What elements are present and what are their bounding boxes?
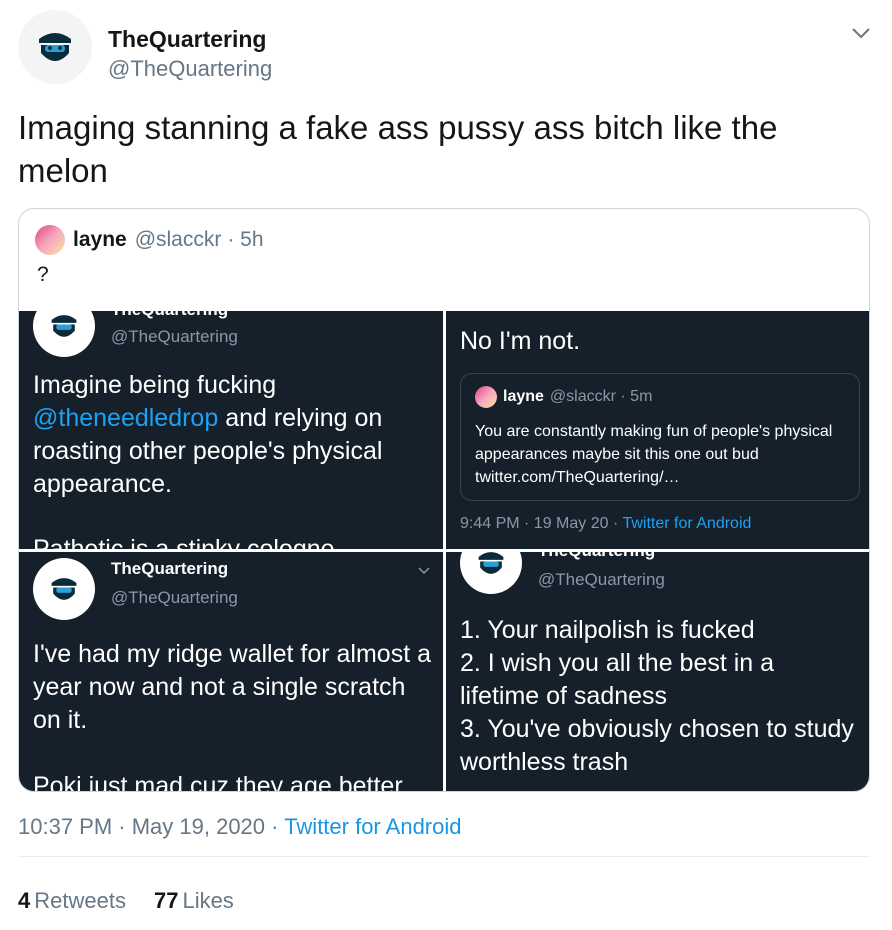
bearded-man-icon — [39, 33, 71, 61]
bearded-man-icon — [478, 552, 504, 574]
cut-name: TheQuartering — [538, 552, 655, 561]
avatar — [460, 552, 522, 594]
tweet-timestamp[interactable]: 10:37 PM · May 19, 2020 · — [18, 814, 278, 839]
nested-name: layne — [503, 388, 544, 405]
tweet-header: TheQuartering @TheQuartering — [18, 10, 872, 90]
avatar — [33, 311, 95, 357]
quoted-text: ? — [37, 263, 49, 286]
nested-text: You are constantly making fun of people'… — [475, 423, 833, 486]
chevron-down-icon[interactable] — [850, 22, 872, 44]
bearded-man-icon — [51, 578, 77, 600]
likes-stat[interactable]: 77 Likes — [154, 888, 234, 914]
tweet-source[interactable]: Twitter for Android — [284, 814, 461, 839]
inner-text-cut: Pathetic is a stinky cologne — [33, 535, 335, 549]
inner-handle: @TheQuartering — [538, 570, 665, 589]
nested-handle: @slacckr · 5m — [549, 388, 653, 405]
avatar — [33, 558, 95, 620]
inner-name: TheQuartering — [111, 559, 229, 578]
inner-list-text: 1. Your nailpolish is fucked 2. I wish y… — [460, 616, 854, 776]
inner-handle: @TheQuartering — [111, 327, 238, 346]
quoted-name: layne — [73, 228, 127, 251]
reply-text: No I'm not. — [460, 327, 581, 355]
tweet-text: Imaging stanning a fake ass pussy ass bi… — [18, 109, 778, 189]
mention-link[interactable]: @theneedledrop — [33, 404, 218, 432]
screenshot-top-left[interactable]: TheQuartering @TheQuartering Imagine bei… — [19, 311, 443, 549]
screenshot-top-right[interactable]: No I'm not. layne @slacckr · 5m You are … — [446, 311, 869, 549]
nested-avatar — [475, 386, 497, 408]
inner-meta: 9:44 PM · 19 May 20 · Twitter for Androi… — [460, 515, 752, 532]
divider — [18, 856, 870, 857]
media-grid: TheQuartering @TheQuartering Imagine bei… — [19, 311, 869, 792]
tweet-stats: 4 Retweets 77 Likes — [18, 888, 234, 914]
author-name[interactable]: TheQuartering — [108, 26, 266, 53]
inner-text-2: Poki just mad cuz they age better — [33, 772, 403, 792]
inner-text: Imagine being fucking @theneedledrop and… — [33, 371, 383, 498]
chevron-down-icon — [418, 567, 430, 575]
author-avatar[interactable] — [18, 10, 92, 84]
author-handle[interactable]: @TheQuartering — [108, 56, 272, 82]
retweets-stat[interactable]: 4 Retweets — [18, 888, 126, 914]
inner-text: I've had my ridge wallet for almost a ye… — [33, 640, 431, 734]
quoted-time: · 5h — [227, 228, 264, 251]
screenshot-bottom-left[interactable]: TheQuartering @TheQuartering I've had my… — [19, 552, 443, 792]
tweet-meta: 10:37 PM · May 19, 2020 · Twitter for An… — [18, 814, 462, 840]
bearded-man-icon — [51, 315, 77, 337]
quoted-avatar — [35, 225, 65, 255]
inner-handle: @TheQuartering — [111, 588, 238, 607]
screenshot-bottom-right[interactable]: TheQuartering @TheQuartering 1. Your nai… — [446, 552, 869, 791]
quoted-tweet-header: layne @slacckr · 5h — [35, 225, 264, 255]
quoted-tweet[interactable]: layne @slacckr · 5h ? TheQuartering @The… — [18, 208, 870, 792]
cut-name: TheQuartering — [111, 311, 228, 320]
nested-quote: layne @slacckr · 5m You are constantly m… — [460, 373, 860, 501]
quoted-handle: @slacckr — [134, 228, 222, 251]
